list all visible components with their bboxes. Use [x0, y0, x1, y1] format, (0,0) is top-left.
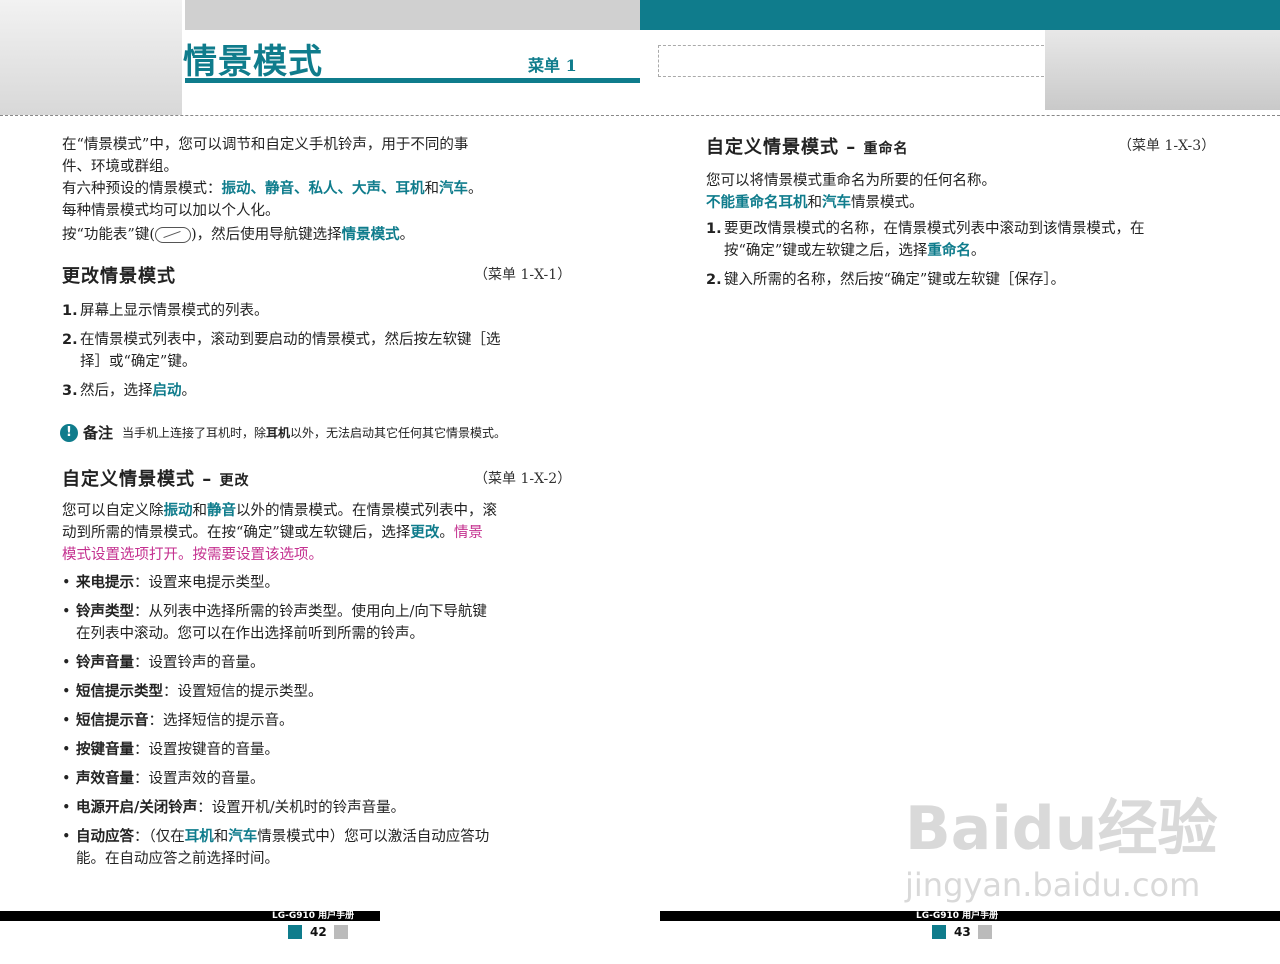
step-list: 1. 屏幕上显示情景模式的列表。 2. 在情景模式列表中，滚动到要启动的情景模式…: [62, 300, 582, 402]
exclamation-icon: !: [60, 423, 78, 442]
list-item: 2. 在情景模式列表中，滚动到要启动的情景模式，然后按左软键［选 择］或“确定”键…: [62, 332, 501, 370]
section-title-rename-profile: 自定义情景模式 – 重命名: [706, 137, 909, 158]
customize-paragraph: 您可以自定义除振动和静音以外的情景模式。在情景模式列表中，滚 动到所需的情景模式…: [62, 502, 497, 563]
footer-gray-square: [334, 925, 348, 939]
phone-photo-right: [1045, 30, 1280, 110]
baidu-watermark-logo: Baidu经验: [905, 794, 1218, 864]
list-item: • 铃声类型：从列表中选择所需的铃声类型。使用向上/向下导航键 在列表中滚动。您可以…: [62, 603, 487, 642]
list-item: • 电源开启/关闭铃声：设置开机/关机时的铃声音量。: [62, 799, 406, 816]
intro-line: 每种情景模式均可以加以个人化。: [62, 203, 280, 219]
list-item: • 声效音量：设置声效的音量。: [62, 770, 265, 787]
list-item: • 来电提示：设置来电提示类型。: [62, 574, 279, 591]
settings-bullet-list: • 来电提示：设置来电提示类型。 • 铃声类型：从列表中选择所需的铃声类型。使用向上…: [62, 572, 582, 870]
note-label: 备注: [83, 424, 114, 442]
note-row: ! 备注 当手机上连接了耳机时，除耳机以外，无法启动其它任何其它情景模式。: [60, 422, 506, 443]
footer-teal-square: [288, 925, 302, 939]
list-item: 1. 要更改情景模式的名称，在情景模式列表中滚动到该情景模式，在 按“确定”键或左…: [706, 221, 1145, 259]
section-menu-ref: （菜单 1-X-2）: [474, 471, 572, 487]
intro-paragraph: 在“情景模式”中，您可以调节和自定义手机铃声，用于不同的事 件、环境或群组。 有…: [62, 134, 582, 222]
baidu-watermark-url: jingyan.baidu.com: [905, 866, 1201, 904]
menu-key-icon: [154, 227, 191, 243]
list-item: • 短信提示音：选择短信的提示音。: [62, 712, 294, 729]
footer-gray-square: [978, 925, 992, 939]
header-teal-strip: [640, 0, 1280, 30]
step-list: 1. 要更改情景模式的名称，在情景模式列表中滚动到该情景模式，在 按“确定”键或左…: [706, 218, 1226, 291]
phone-photo-left: [0, 0, 182, 115]
list-item: • 短信提示类型：设置短信的提示类型。: [62, 683, 323, 700]
section-title-change-profile: 更改情景模式: [62, 266, 176, 287]
press-menu-line: 按“功能表”键()，然后使用导航键选择情景模式。: [62, 226, 415, 243]
header-gray-strip: [185, 0, 640, 30]
menu-tag: 菜单 1: [528, 56, 577, 75]
rename-paragraph: 您可以将情景模式重命名为所要的任何名称。 不能重命名耳机和汽车情景模式。: [706, 173, 996, 211]
header-divider: [0, 115, 1280, 116]
list-item: 3. 然后，选择启动。: [62, 382, 196, 399]
section-menu-ref: （菜单 1-X-1）: [474, 267, 572, 283]
list-item: • 自动应答：（仅在耳机和汽车情景模式中）您可以激活自动应答功 能。在自动应答之前选…: [62, 828, 490, 867]
page-title: 情景模式: [183, 42, 323, 82]
note-text: 当手机上连接了耳机时，除耳机以外，无法启动其它任何其它情景模式。: [122, 426, 507, 440]
section-title-customize-profile: 自定义情景模式 – 更改: [62, 469, 250, 490]
footer-manual-label: LG-G910 用户手册: [272, 911, 355, 921]
footer-manual-label: LG-G910 用户手册: [916, 911, 999, 921]
list-item: 1. 屏幕上显示情景模式的列表。: [62, 303, 269, 319]
footer-teal-square: [932, 925, 946, 939]
list-item: 2. 键入所需的名称，然后按“确定”键或左软键［保存］。: [706, 272, 1066, 288]
list-item: • 铃声音量：设置铃声的音量。: [62, 654, 265, 671]
page-number: 43: [954, 925, 971, 939]
intro-line: 有六种预设的情景模式：振动、静音、私人、大声、耳机和汽车。: [62, 180, 483, 197]
page-number: 42: [310, 925, 327, 939]
intro-line: 在“情景模式”中，您可以调节和自定义手机铃声，用于不同的事: [62, 137, 469, 153]
intro-line: 件、环境或群组。: [62, 159, 178, 175]
list-item: • 按键音量：设置按键音的音量。: [62, 741, 279, 758]
section-menu-ref: （菜单 1-X-3）: [1118, 138, 1216, 154]
header-tab-label: 情景模式: [960, 51, 1025, 66]
